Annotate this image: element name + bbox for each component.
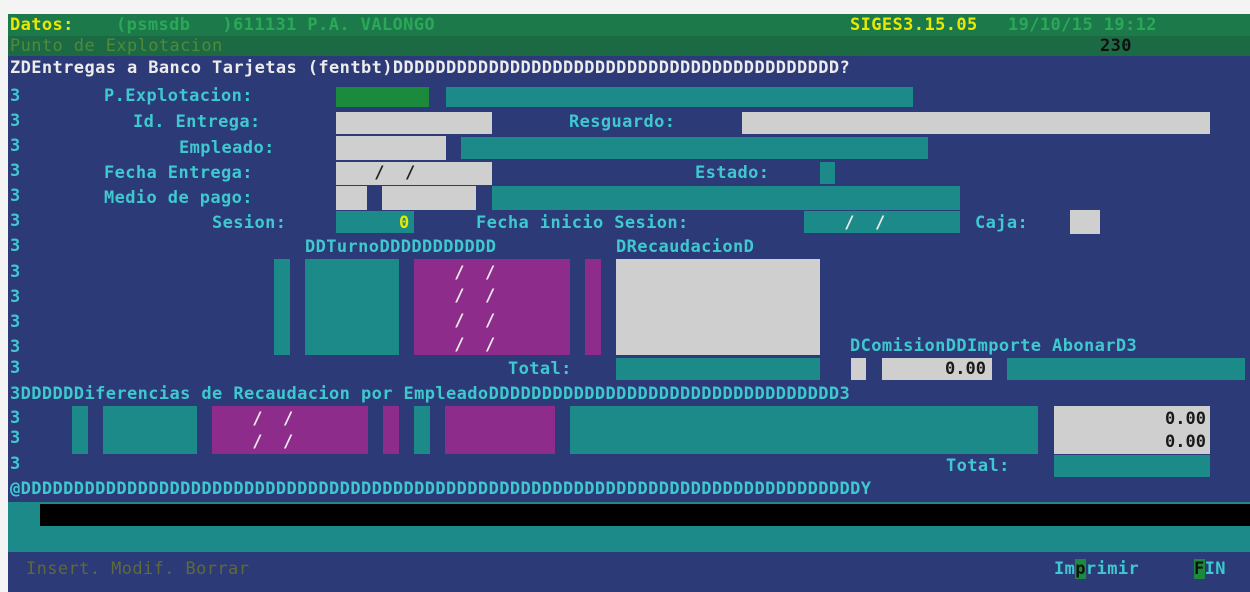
dif-date-value: / / [242, 409, 294, 429]
empleado-name-field[interactable] [461, 137, 928, 159]
dif-description-column[interactable] [570, 406, 1038, 454]
p-explotacion-name-field[interactable] [446, 87, 913, 107]
datetime: 19/10/15 19:12 [1008, 15, 1157, 35]
turno-date-value: / / [444, 311, 496, 331]
datos-value: (psmsdb )611131 P.A. VALONGO [116, 15, 436, 35]
caja-label: Caja: [975, 213, 1029, 233]
side-char: 3 [10, 428, 21, 448]
dif-amount-value: 0.00 [1165, 409, 1206, 429]
fin-option[interactable]: FIN [1194, 559, 1226, 579]
total-label: Total: [508, 359, 572, 379]
side-char: 3 [10, 337, 21, 357]
dif-code-column[interactable] [103, 406, 197, 454]
turno-code-column[interactable] [305, 259, 399, 355]
imprimir-hotkey: p [1075, 559, 1086, 579]
caja-field[interactable] [1070, 210, 1100, 234]
imprimir-pre: Im [1054, 559, 1076, 579]
dif-reason-column[interactable] [445, 406, 555, 454]
dif-type-column[interactable] [414, 406, 430, 454]
total-diferencias-field[interactable] [1054, 455, 1210, 477]
side-char: 3 [10, 312, 21, 332]
estado-field[interactable] [820, 162, 835, 184]
sesion-value: 0 [399, 213, 410, 233]
total-recaudacion-field[interactable] [616, 358, 820, 380]
p-explotacion-label: P.Explotacion: [104, 86, 253, 106]
side-char: 3 [10, 408, 21, 428]
command-input[interactable] [40, 504, 1250, 526]
dif-date-value: / / [242, 432, 294, 452]
fecha-inicio-value: / / [834, 213, 886, 233]
importe-value: 0.00 [945, 359, 986, 379]
imprimir-post: rimir [1085, 559, 1150, 579]
turno-date-value: / / [444, 263, 496, 283]
medio-pago-code-field[interactable] [336, 186, 476, 210]
turno-indicator-column[interactable] [274, 259, 290, 355]
recaudacion-header: DRecaudacionD [616, 237, 755, 257]
form-bottom-border: @DDDDDDDDDDDDDDDDDDDDDDDDDDDDDDDDDDDDDDD… [10, 479, 872, 499]
datos-label: Datos: [10, 15, 74, 35]
terminal-screen: Datos: (psmsdb )611131 P.A. VALONGO SIGE… [8, 14, 1250, 592]
turno-flag-column[interactable] [585, 259, 601, 355]
id-entrega-label: Id. Entrega: [133, 112, 261, 132]
side-char: 3 [10, 186, 21, 206]
medio-pago-name-field[interactable] [492, 186, 960, 210]
sesion-label: Sesion: [212, 213, 287, 233]
resguardo-field[interactable] [742, 112, 1210, 134]
side-char: 3 [10, 358, 21, 378]
side-char: 3 [10, 111, 21, 131]
turno-date-value: / / [444, 286, 496, 306]
dif-indicator-column[interactable] [72, 406, 88, 454]
empleado-code-field[interactable] [336, 136, 446, 160]
footer-actions[interactable]: Insert. Modif. Borrar [26, 559, 249, 579]
medio-pago-label: Medio de pago: [104, 188, 253, 208]
side-char: 3 [10, 211, 21, 231]
p-explotacion-code-field[interactable] [336, 87, 429, 107]
code-value: 230 [1100, 36, 1132, 56]
dif-flag-column[interactable] [383, 406, 399, 454]
side-char: 3 [10, 287, 21, 307]
side-char: 3 [10, 86, 21, 106]
resguardo-label: Resguardo: [569, 112, 676, 132]
side-char: 3 [10, 136, 21, 156]
turno-header: DDTurnoDDDDDDDDDDD [305, 237, 497, 257]
imprimir-option[interactable]: Imprimir [1054, 559, 1150, 579]
diferencias-header: 3DDDDDDiferencias de Recaudacion por Emp… [10, 384, 851, 404]
fin-hotkey: F [1194, 559, 1205, 579]
medio-pago-cursor [367, 186, 382, 210]
importe-abonar-field[interactable] [1007, 358, 1245, 380]
total-diferencias-label: Total: [946, 456, 1010, 476]
side-char: 3 [10, 161, 21, 181]
fecha-entrega-label: Fecha Entrega: [104, 163, 253, 183]
comision-header: DComisionDDImporte AbonarD3 [850, 336, 1138, 356]
empleado-label: Empleado: [179, 138, 275, 158]
comision-field[interactable] [851, 358, 866, 380]
fecha-inicio-label: Fecha inicio Sesion: [476, 213, 689, 233]
version-label: SIGES3.15.05 [850, 15, 978, 35]
estado-label: Estado: [695, 163, 770, 183]
fin-post: IN [1204, 559, 1226, 579]
id-entrega-field[interactable] [336, 112, 492, 134]
fecha-entrega-value: / / [364, 163, 416, 183]
dif-amount-value: 0.00 [1165, 432, 1206, 452]
turno-date-value: / / [444, 335, 496, 355]
recaudacion-column[interactable] [616, 259, 820, 355]
side-char: 3 [10, 262, 21, 282]
side-char: 3 [10, 454, 21, 474]
side-char: 3 [10, 236, 21, 256]
subtitle: Punto de Explotacion [10, 36, 223, 56]
form-title-border: ZDEntregas a Banco Tarjetas (fentbt)DDDD… [10, 58, 851, 78]
